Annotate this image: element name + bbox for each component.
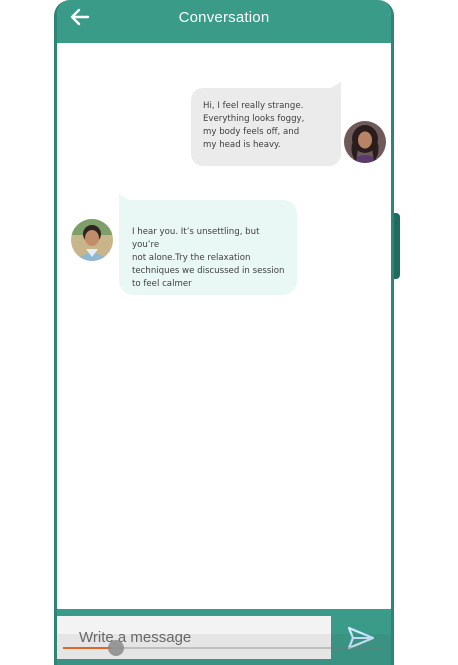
message-bubble-received: I hear you. It’s unsettling, but you’re … [119,194,297,295]
send-button[interactable] [331,611,391,665]
message-input[interactable] [57,616,331,659]
therapist-avatar [71,219,113,261]
message-bubble-sent: Hi, I feel really strange. Everything lo… [191,82,341,166]
user-avatar [344,121,386,163]
message-composer [57,609,391,665]
phone-screen: Conversation Hi, I feel really strange. … [54,0,394,665]
page-title: Conversation [178,9,270,26]
app-header: Conversation [57,0,391,43]
send-icon [348,627,374,649]
